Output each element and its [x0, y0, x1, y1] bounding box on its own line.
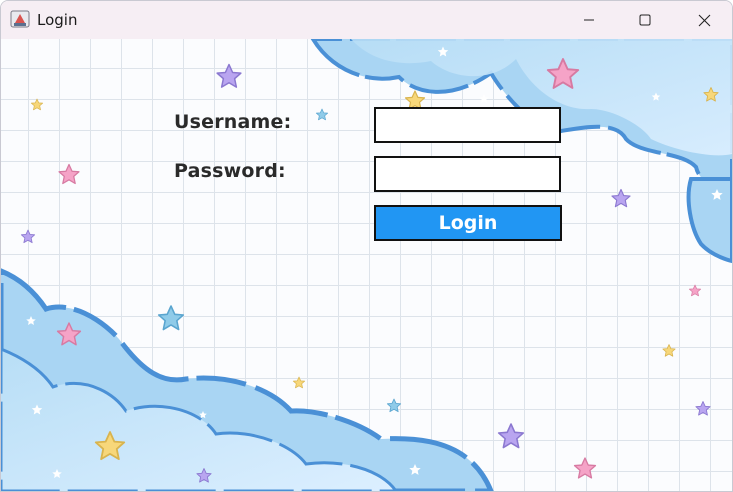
client-area: Username: Password: Login [1, 39, 732, 491]
username-label: Username: [174, 111, 292, 133]
maximize-button[interactable] [620, 1, 670, 39]
login-button[interactable]: Login [374, 205, 562, 241]
close-icon [698, 14, 710, 26]
password-label: Password: [174, 160, 286, 182]
login-window: Login Username: Password: Login [0, 0, 733, 492]
username-input[interactable] [374, 107, 561, 143]
close-button[interactable] [679, 1, 729, 39]
minimize-icon [584, 19, 594, 21]
password-input[interactable] [374, 156, 561, 192]
maximize-icon [639, 14, 651, 26]
title-bar: Login [1, 1, 732, 39]
minimize-button[interactable] [564, 1, 614, 39]
background-image [1, 39, 732, 491]
java-app-icon [10, 10, 30, 28]
window-title: Login [37, 11, 78, 29]
